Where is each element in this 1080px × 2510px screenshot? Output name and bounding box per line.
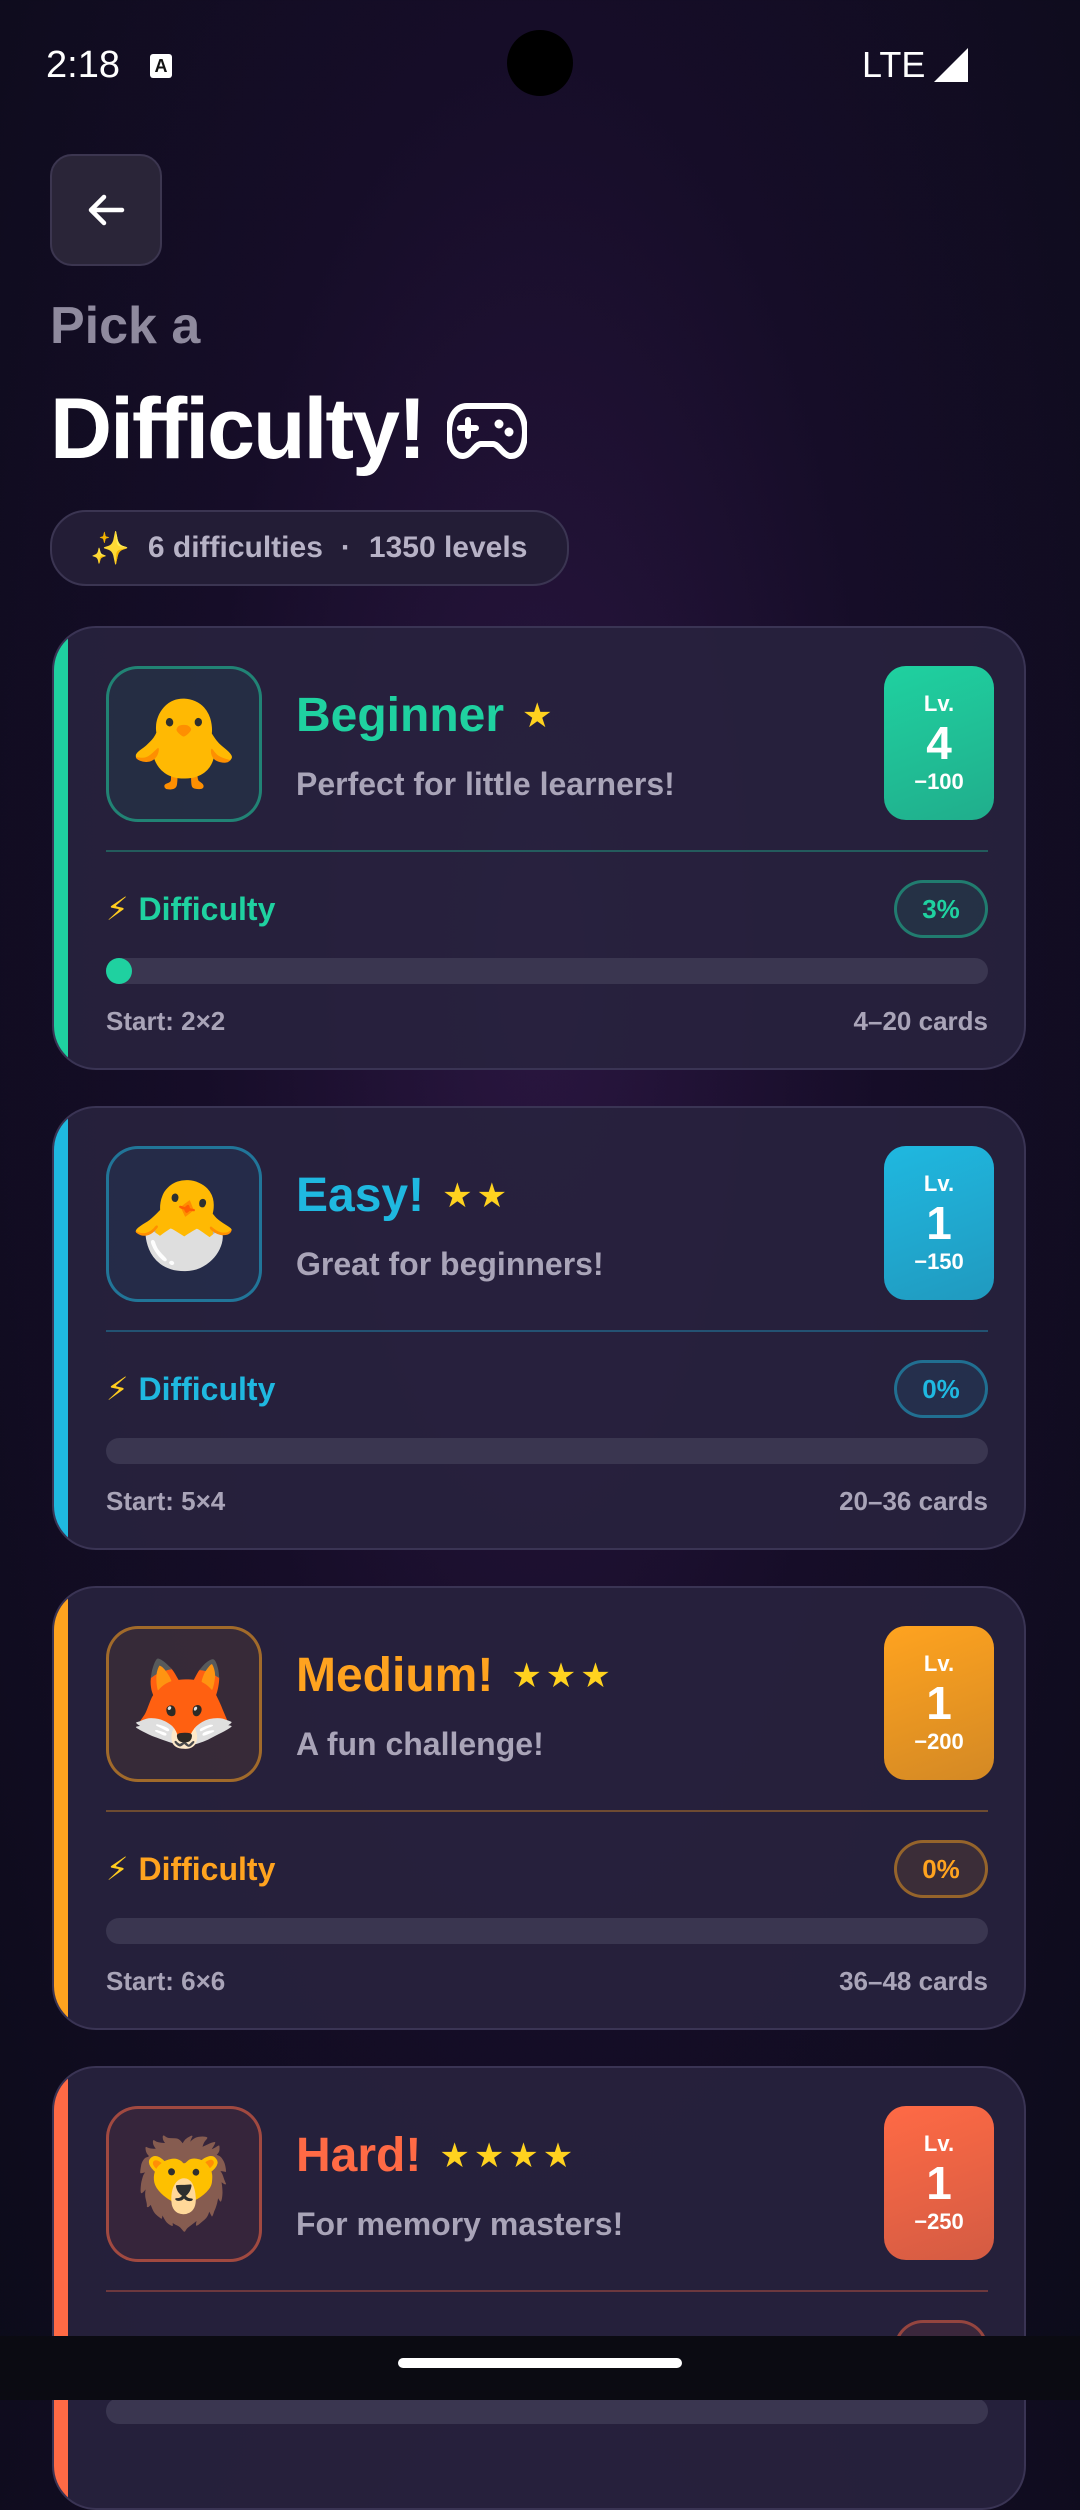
difficulty-name-row: Medium! ★★★ xyxy=(296,1648,615,1703)
difficulty-card[interactable]: 🦊 Medium! ★★★ A fun challenge! Lv. 1 −200 ⚡ Diff… xyxy=(52,1586,1026,2030)
level-count: 1350 levels xyxy=(368,531,528,564)
difficulty-name-row: Hard! ★★★★ xyxy=(296,2128,577,2183)
status-time: 2:18 xyxy=(46,44,120,86)
difficulty-description: Perfect for little learners! xyxy=(296,766,675,802)
level-number: 1 xyxy=(926,2157,952,2209)
sparkle-icon: ✨ xyxy=(90,530,130,566)
card-range: 4–20 cards xyxy=(853,1006,988,1036)
difficulty-name: Beginner xyxy=(296,689,505,742)
notification-a-icon: A xyxy=(150,54,172,78)
difficulty-emoji-icon: 🦊 xyxy=(106,1626,262,1782)
level-number: 1 xyxy=(926,1197,952,1249)
stars-icon: ★★★ xyxy=(511,1656,615,1695)
card-divider xyxy=(106,1810,988,1812)
level-points: −150 xyxy=(914,1249,964,1274)
level-number: 4 xyxy=(926,717,952,769)
stars-icon: ★★ xyxy=(442,1176,512,1215)
level-points: −100 xyxy=(914,769,964,794)
difficulty-progress-bar xyxy=(106,1438,988,1464)
level-number: 1 xyxy=(926,1677,952,1729)
level-badge: Lv. 1 −150 xyxy=(884,1146,994,1300)
card-accent-bar xyxy=(54,1108,68,1548)
difficulty-card[interactable]: 🐥 Beginner ★ Perfect for little learners! Lv… xyxy=(52,626,1026,1070)
summary-pill: ✨ 6 difficulties · 1350 levels xyxy=(50,510,570,586)
separator-dot: · xyxy=(340,531,351,564)
level-label: Lv. xyxy=(923,2131,955,2156)
level-badge: Lv. 4 −100 xyxy=(884,666,994,820)
difficulty-count: 6 difficulties xyxy=(147,531,323,564)
progress-fill xyxy=(106,958,133,984)
start-grid: Start: 2×2 xyxy=(106,1006,226,1036)
difficulty-card[interactable]: 🦁Hard!★★★★For memory masters!Lv.1−250⚡Di… xyxy=(52,2066,1026,2510)
card-range: 20–36 cards xyxy=(839,1486,988,1516)
card-accent-bar xyxy=(54,1588,68,2028)
arrow-left-icon xyxy=(88,194,125,226)
level-points: −200 xyxy=(914,1729,964,1754)
level-badge: Lv. 1 −200 xyxy=(884,1626,994,1780)
difficulty-label-row: ⚡Difficulty xyxy=(106,890,275,928)
page-title: Difficulty! xyxy=(50,381,427,477)
navigation-bar xyxy=(0,2336,1080,2400)
back-button[interactable] xyxy=(50,154,162,266)
difficulty-name: Easy! xyxy=(296,1169,425,1222)
lightning-icon: ⚡ xyxy=(106,1851,129,1887)
difficulty-description: A fun challenge! xyxy=(296,1726,544,1762)
card-range: 36–48 cards xyxy=(839,1966,988,1996)
difficulty-name: Hard! xyxy=(296,2129,422,2182)
level-label: Lv. xyxy=(923,1651,955,1676)
difficulty-description: Great for beginners! xyxy=(296,1246,604,1282)
level-label: Lv. xyxy=(923,691,955,716)
start-grid: Start: 6×6 xyxy=(106,1966,226,1996)
page-kicker: Pick a xyxy=(50,297,201,355)
page-title-row: Difficulty! xyxy=(50,380,527,479)
difficulty-emoji-icon: 🐣 xyxy=(106,1146,262,1302)
home-indicator[interactable] xyxy=(398,2358,682,2368)
lightning-icon: ⚡ xyxy=(106,1371,129,1407)
difficulty-label: Difficulty xyxy=(138,1370,276,1407)
difficulty-description: For memory masters! xyxy=(296,2206,624,2242)
level-points: −250 xyxy=(914,2209,964,2234)
difficulty-name-row: Beginner ★ xyxy=(296,688,557,743)
difficulty-label: Difficulty xyxy=(138,890,276,927)
difficulty-name: Medium! xyxy=(296,1649,494,1702)
difficulty-label-row: ⚡Difficulty xyxy=(106,1850,275,1888)
difficulty-label-row: ⚡Difficulty xyxy=(106,1370,275,1408)
lightning-icon: ⚡ xyxy=(106,891,129,927)
card-divider xyxy=(106,850,988,852)
stars-icon: ★★★★ xyxy=(439,2136,578,2175)
stars-icon: ★ xyxy=(522,696,557,735)
gamepad-icon xyxy=(446,402,527,459)
difficulty-name-row: Easy! ★★ xyxy=(296,1168,511,1223)
difficulty-label: Difficulty xyxy=(138,1850,276,1887)
difficulty-progress-bar xyxy=(106,958,988,984)
signal-icon xyxy=(934,48,968,82)
level-badge: Lv. 1 −250 xyxy=(884,2106,994,2260)
card-divider xyxy=(106,2290,988,2292)
start-grid: Start: 5×4 xyxy=(106,1486,226,1516)
difficulty-percent-badge: 3% xyxy=(894,880,988,938)
difficulty-emoji-icon: 🦁 xyxy=(106,2106,262,2262)
network-label: LTE xyxy=(862,44,926,85)
difficulty-emoji-icon: 🐥 xyxy=(106,666,262,822)
difficulty-percent-badge: 0% xyxy=(894,1840,988,1898)
difficulty-progress-bar xyxy=(106,1918,988,1944)
card-accent-bar xyxy=(54,628,68,1068)
difficulty-progress-bar xyxy=(106,2398,988,2424)
camera-cutout xyxy=(507,30,573,96)
card-divider xyxy=(106,1330,988,1332)
status-bar: 2:18 A LTE xyxy=(0,0,1080,130)
difficulty-card[interactable]: 🐣 Easy! ★★ Great for beginners! Lv. 1 −150 ⚡ Dif… xyxy=(52,1106,1026,1550)
level-label: Lv. xyxy=(923,1171,955,1196)
card-accent-bar xyxy=(54,2068,68,2508)
difficulty-percent-badge: 0% xyxy=(894,1360,988,1418)
